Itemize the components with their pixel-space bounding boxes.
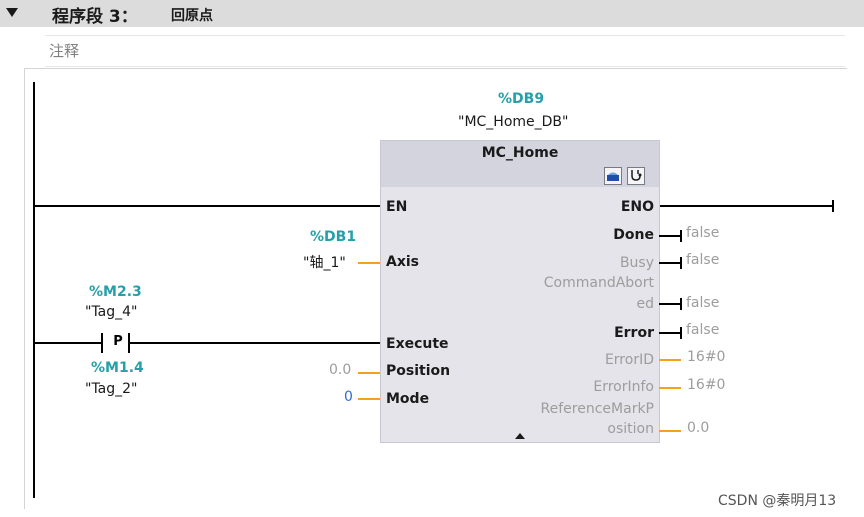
pin-command-aborted-1: CommandAbort [543,275,654,291]
pin-done: Done [613,227,654,243]
network-comment[interactable]: 注释 [45,35,845,67]
pin-en: EN [386,199,408,215]
command-aborted-terminator [680,298,682,310]
position-value[interactable]: 0.0 [329,362,351,378]
error-terminator [680,327,682,339]
eno-wire [659,205,833,207]
network-title: 程序段 3： [52,7,138,27]
command-aborted-wire [659,303,681,305]
db-icon[interactable] [604,167,622,185]
busy-terminator [680,257,682,269]
done-wire [659,235,681,237]
error-value[interactable]: false [686,322,719,338]
axis-wire [358,262,380,264]
expand-arrow-icon[interactable] [515,433,525,439]
pin-execute: Execute [386,336,449,352]
execute-wire-right [128,342,381,344]
axis-tag[interactable]: "轴_1" [303,252,346,272]
en-wire [33,205,381,207]
p-contact[interactable]: P [107,333,129,351]
instance-db-address[interactable]: %DB9 [498,91,544,107]
error-info-value[interactable]: 16#0 [687,377,725,393]
block-header: MC_Home [381,141,659,187]
pin-eno: ENO [620,199,654,215]
stethoscope-icon[interactable] [627,167,645,185]
pin-reference-mark-2: osition [607,421,654,437]
edge-tag[interactable]: "Tag_2" [85,381,138,397]
execute-wire-left [33,342,101,344]
pin-busy: Busy [619,255,654,271]
eno-wire-end [832,200,834,212]
error-id-wire [659,359,681,361]
instance-db-name[interactable]: "MC_Home_DB" [458,114,568,130]
comment-placeholder: 注释 [49,42,80,60]
error-id-value[interactable]: 16#0 [687,349,725,365]
contact-tag[interactable]: "Tag_4" [85,304,138,320]
busy-value[interactable]: false [686,252,719,268]
network-header: 程序段 3： 回原点 [0,0,864,27]
left-power-rail [33,82,35,498]
busy-wire [659,262,681,264]
position-wire [358,372,380,374]
pin-mode: Mode [386,391,430,407]
collapse-triangle-icon[interactable] [6,8,18,17]
pin-error-info: ErrorInfo [593,379,654,395]
network-name[interactable]: 回原点 [171,5,213,25]
mode-wire [358,398,380,400]
pin-command-aborted-2: ed [636,296,655,312]
mode-value[interactable]: 0 [344,389,353,405]
pin-reference-mark-1: ReferenceMarkP [540,401,654,417]
pin-axis: Axis [386,254,419,270]
pin-position: Position [386,363,451,379]
reference-mark-value[interactable]: 0.0 [687,420,709,436]
error-info-wire [659,387,681,389]
done-terminator [680,230,682,242]
edge-address[interactable]: %M1.4 [91,360,144,376]
reference-mark-wire [659,430,681,432]
done-value[interactable]: false [686,225,719,241]
contact-left-bar [101,333,103,353]
contact-address[interactable]: %M2.3 [89,284,142,300]
command-aborted-value[interactable]: false [686,295,719,311]
pin-error-id: ErrorID [604,352,654,368]
pin-error: Error [614,325,654,341]
watermark: CSDN @秦明月13 [718,493,837,509]
error-wire [659,332,681,334]
block-type: MC_Home [481,145,559,161]
axis-address[interactable]: %DB1 [310,229,356,245]
